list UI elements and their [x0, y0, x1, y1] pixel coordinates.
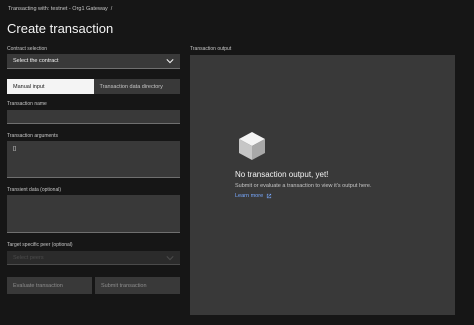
contract-selection-label: Contract selection: [7, 46, 48, 52]
submit-transaction-button[interactable]: Submit transaction: [95, 277, 180, 294]
transient-data-textarea[interactable]: [7, 195, 180, 233]
tab-manual-input[interactable]: Manual input: [7, 79, 94, 94]
transaction-arguments-label: Transaction arguments: [7, 133, 58, 139]
target-peer-select[interactable]: Select peers: [7, 251, 180, 265]
chevron-down-icon: [166, 255, 174, 260]
transaction-name-input[interactable]: [7, 110, 180, 124]
chevron-down-icon: [166, 59, 174, 64]
transaction-name-label: Transaction name: [7, 101, 47, 107]
page-title: Create transaction: [7, 21, 114, 36]
empty-state-title: No transaction output, yet!: [235, 170, 329, 179]
empty-state-description: Submit or evaluate a transaction to view…: [235, 183, 372, 189]
transaction-arguments-value: []: [13, 146, 17, 152]
transient-data-label: Transient data (optional): [7, 187, 62, 193]
input-mode-tabs: Manual input Transaction data directory: [7, 79, 180, 94]
target-peer-label: Target specific peer (optional): [7, 242, 73, 248]
breadcrumb: Transacting with: testnet - Org1 Gateway…: [8, 6, 112, 12]
transaction-arguments-textarea[interactable]: []: [7, 141, 180, 178]
external-link-icon: [267, 193, 272, 199]
evaluate-transaction-button[interactable]: Evaluate transaction: [7, 277, 92, 294]
breadcrumb-separator: /: [110, 6, 113, 12]
tab-transaction-data-directory[interactable]: Transaction data directory: [93, 79, 180, 94]
contract-select[interactable]: Select the contract: [7, 54, 180, 69]
transaction-output-label: Transaction output: [190, 46, 232, 52]
learn-more-label: Learn more: [235, 193, 264, 199]
contract-select-value: Select the contract: [13, 58, 59, 64]
learn-more-link[interactable]: Learn more: [235, 193, 272, 199]
breadcrumb-link[interactable]: Transacting with: testnet - Org1 Gateway: [8, 6, 108, 12]
target-peer-placeholder: Select peers: [13, 254, 44, 261]
cube-icon: [239, 132, 265, 160]
